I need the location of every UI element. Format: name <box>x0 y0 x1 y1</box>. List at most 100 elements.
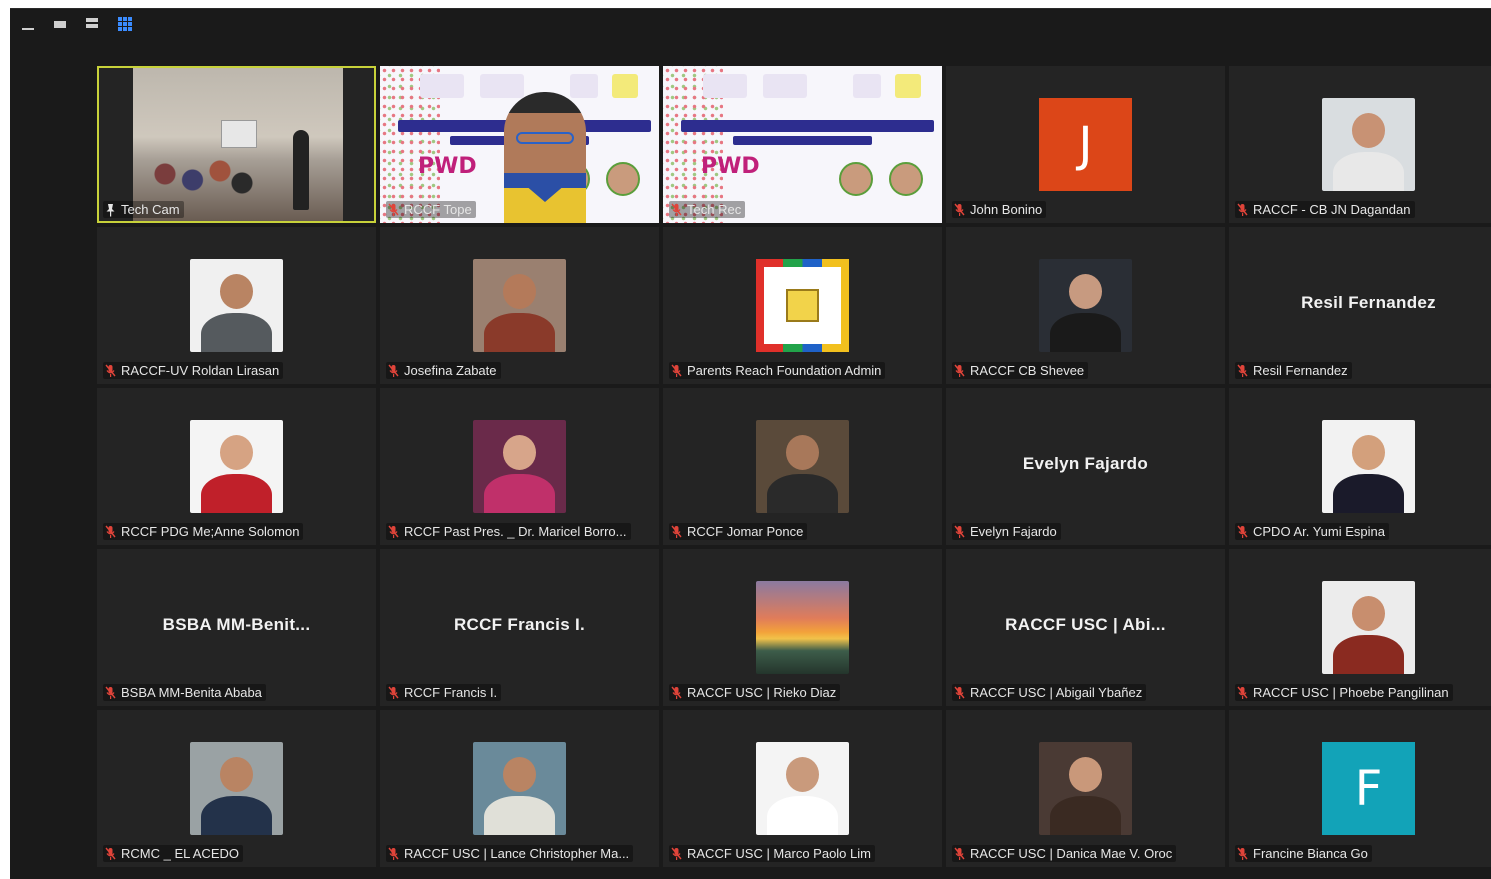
participant-tile-tech-rec[interactable]: PWD Tech Rec <box>663 66 942 223</box>
mic-muted-icon <box>954 847 965 861</box>
participant-name-label: CPDO Ar. Yumi Espina <box>1235 523 1389 540</box>
participant-tile-rccf-tope[interactable]: PWD RCCF Tope <box>380 66 659 223</box>
participant-display-name: BSBA MM-Benit... <box>162 615 311 634</box>
strip-view-icon[interactable] <box>84 15 102 33</box>
speaker-view-icon[interactable] <box>52 15 70 33</box>
participant-tile-raccf-cb-shevee[interactable]: RACCF CB Shevee <box>946 227 1225 384</box>
participant-name: Tech Cam <box>121 202 180 217</box>
participant-tile-bsba-mm-benita-ababa[interactable]: BSBA MM-Benit... BSBA MM-Benita Ababa <box>97 549 376 706</box>
participant-avatar <box>1322 98 1415 191</box>
shared-poster-screen: PWD <box>663 66 942 223</box>
mic-muted-icon <box>105 525 116 539</box>
participant-tile-raccf-usc-abigail-ybanez[interactable]: RACCF USC | Abi... RACCF USC | Abigail Yb… <box>946 549 1225 706</box>
participant-name: RACCF - CB JN Dagandan <box>1253 202 1411 217</box>
participant-name-label: RACCF USC | Lance Christopher Ma... <box>386 845 634 862</box>
participant-name-label: John Bonino <box>952 201 1047 218</box>
participant-name: RACCF-UV Roldan Lirasan <box>121 363 280 378</box>
participant-name-label: RCCF Jomar Ponce <box>669 523 808 540</box>
participant-avatar <box>190 420 283 513</box>
mic-muted-icon <box>954 203 965 217</box>
participant-display-name: Evelyn Fajardo <box>1022 454 1149 473</box>
participant-name-label: RACCF USC | Phoebe Pangilinan <box>1235 684 1453 701</box>
participant-tile-tech-cam[interactable]: Tech Cam <box>97 66 376 223</box>
mic-muted-icon <box>388 525 399 539</box>
participant-name-label: Resil Fernandez <box>1235 362 1352 379</box>
mic-muted-icon <box>1237 364 1248 378</box>
letter-avatar: J <box>1039 98 1132 191</box>
participant-avatar <box>473 742 566 835</box>
participant-name-label: RCMC _ EL ACEDO <box>103 845 243 862</box>
participant-name: Josefina Zabate <box>404 363 497 378</box>
participant-tile-resil-fernandez[interactable]: Resil Fernandez Resil Fernandez <box>1229 227 1491 384</box>
view-toolbar <box>10 9 1491 39</box>
mic-muted-icon <box>671 847 682 861</box>
participant-display-name: Resil Fernandez <box>1301 293 1436 312</box>
participant-tile-evelyn-fajardo[interactable]: Evelyn Fajardo Evelyn Fajardo <box>946 388 1225 545</box>
letter-avatar: F <box>1322 742 1415 835</box>
participant-name: CPDO Ar. Yumi Espina <box>1253 524 1385 539</box>
participant-display-name: RACCF USC | Abi... <box>1005 615 1166 634</box>
participant-name-label: RACCF USC | Danica Mae V. Oroc <box>952 845 1177 862</box>
participant-tile-john-bonino[interactable]: J John Bonino <box>946 66 1225 223</box>
participant-name-label: RACCF USC | Rieko Diaz <box>669 684 841 701</box>
participant-tile-francine-bianca-go[interactable]: F Francine Bianca Go <box>1229 710 1491 867</box>
mic-muted-icon <box>105 364 116 378</box>
participant-name-label: Tech Cam <box>103 201 184 218</box>
participant-tile-raccf-usc-marco-paolo-lim[interactable]: RACCF USC | Marco Paolo Lim <box>663 710 942 867</box>
participant-tile-raccf-usc-danica-mae-v-oroc[interactable]: RACCF USC | Danica Mae V. Oroc <box>946 710 1225 867</box>
participant-name-label: Parents Reach Foundation Admin <box>669 362 886 379</box>
participant-name: RACCF CB Shevee <box>970 363 1085 378</box>
participant-tile-rccf-jomar-ponce[interactable]: RCCF Jomar Ponce <box>663 388 942 545</box>
participant-name: BSBA MM-Benita Ababa <box>121 685 262 700</box>
mic-muted-icon <box>1237 203 1248 217</box>
participant-avatar <box>1039 742 1132 835</box>
participant-name-label: Josefina Zabate <box>386 362 501 379</box>
mic-muted-icon <box>1237 525 1248 539</box>
participant-name: RCCF Tope <box>404 202 472 217</box>
mic-muted-icon <box>1237 686 1248 700</box>
participant-avatar <box>1039 259 1132 352</box>
minimize-view-icon[interactable] <box>20 15 38 33</box>
participant-tile-parents-reach-foundation-admin[interactable]: Parents Reach Foundation Admin <box>663 227 942 384</box>
participant-tile-raccf-cb-jn-dagandan[interactable]: RACCF - CB JN Dagandan <box>1229 66 1491 223</box>
mic-muted-icon <box>388 203 399 217</box>
participant-name-label: RCCF Tope <box>386 201 476 218</box>
participant-tile-raccf-usc-rieko-diaz[interactable]: RACCF USC | Rieko Diaz <box>663 549 942 706</box>
participant-name: RACCF USC | Rieko Diaz <box>687 685 837 700</box>
participant-tile-rccf-pdg-meanne-solomon[interactable]: RCCF PDG Me;Anne Solomon <box>97 388 376 545</box>
participant-avatar <box>756 420 849 513</box>
participant-tile-raccf-uv-roldan-lirasan[interactable]: RACCF-UV Roldan Lirasan <box>97 227 376 384</box>
mic-muted-icon <box>388 847 399 861</box>
mic-muted-icon <box>388 686 399 700</box>
participant-tile-rccf-francis-i[interactable]: RCCF Francis I. RCCF Francis I. <box>380 549 659 706</box>
participant-name: John Bonino <box>970 202 1043 217</box>
participant-name-label: RACCF USC | Marco Paolo Lim <box>669 845 875 862</box>
participant-name: RCCF Jomar Ponce <box>687 524 804 539</box>
gallery-view-icon[interactable] <box>116 15 134 33</box>
sunset-avatar-image <box>756 581 849 674</box>
meeting-window: Tech Cam PWD RCCF Tope PWD Tech Rec J John Bon… <box>10 8 1491 879</box>
participant-gallery: Tech Cam PWD RCCF Tope PWD Tech Rec J John Bon… <box>97 66 1491 867</box>
mic-muted-icon <box>388 364 399 378</box>
participant-name: Francine Bianca Go <box>1253 846 1368 861</box>
participant-name: RACCF USC | Abigail Ybañez <box>970 685 1143 700</box>
mic-muted-icon <box>105 847 116 861</box>
conference-room-video <box>133 68 343 221</box>
participant-tile-josefina-zabate[interactable]: Josefina Zabate <box>380 227 659 384</box>
participant-name: Resil Fernandez <box>1253 363 1348 378</box>
mic-muted-icon <box>1237 847 1248 861</box>
participant-avatar <box>1322 581 1415 674</box>
participant-tile-raccf-usc-lance-christopher[interactable]: RACCF USC | Lance Christopher Ma... <box>380 710 659 867</box>
mic-muted-icon <box>105 686 116 700</box>
participant-tile-rccf-past-pres-dr-maricel[interactable]: RCCF Past Pres. _ Dr. Maricel Borro... <box>380 388 659 545</box>
participant-name-label: RACCF USC | Abigail Ybañez <box>952 684 1147 701</box>
participant-name: RCMC _ EL ACEDO <box>121 846 239 861</box>
participant-avatar <box>190 259 283 352</box>
participant-tile-cpdo-ar-yumi-espina[interactable]: CPDO Ar. Yumi Espina <box>1229 388 1491 545</box>
participant-tile-rcmc-el-acedo[interactable]: RCMC _ EL ACEDO <box>97 710 376 867</box>
mic-muted-icon <box>954 686 965 700</box>
participant-name-label: RACCF - CB JN Dagandan <box>1235 201 1415 218</box>
participant-tile-raccf-usc-phoebe-pangilinan[interactable]: RACCF USC | Phoebe Pangilinan <box>1229 549 1491 706</box>
participant-name: Tech Rec <box>687 202 742 217</box>
participant-name: RACCF USC | Marco Paolo Lim <box>687 846 871 861</box>
